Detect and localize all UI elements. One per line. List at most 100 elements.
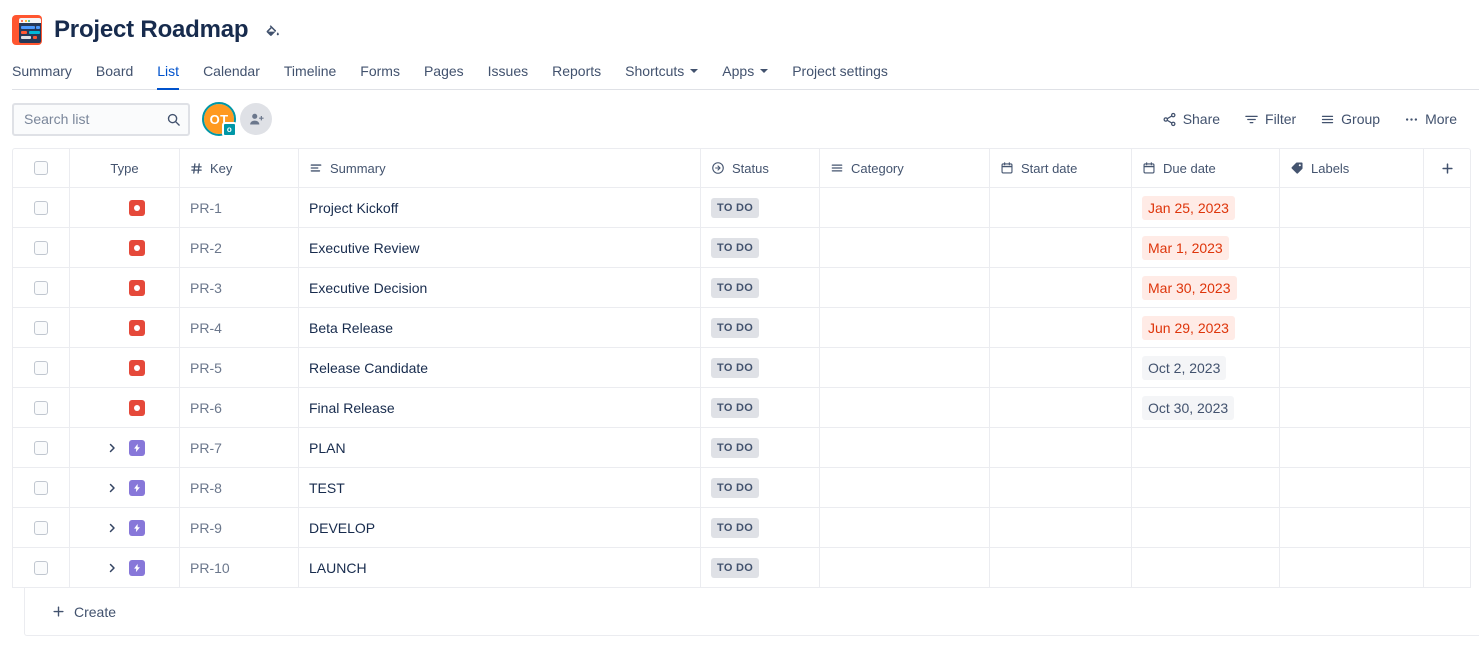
- row-category-cell[interactable]: [820, 468, 990, 508]
- row-summary-cell[interactable]: Beta Release: [299, 308, 701, 348]
- tab-issues[interactable]: Issues: [476, 52, 540, 90]
- row-summary-cell[interactable]: Final Release: [299, 388, 701, 428]
- expand-chevron-icon[interactable]: [105, 561, 119, 575]
- search-icon[interactable]: [164, 110, 182, 128]
- column-select-all[interactable]: [12, 148, 70, 188]
- row-status-cell[interactable]: TO DO: [701, 548, 820, 588]
- row-start-date-cell[interactable]: [990, 548, 1132, 588]
- table-row[interactable]: PR-5 Release Candidate TO DO Oct 2, 2023: [12, 348, 1471, 388]
- status-badge[interactable]: TO DO: [711, 518, 759, 538]
- row-labels-cell[interactable]: [1280, 228, 1424, 268]
- row-checkbox[interactable]: [34, 401, 48, 415]
- row-labels-cell[interactable]: [1280, 188, 1424, 228]
- table-row[interactable]: PR-6 Final Release TO DO Oct 30, 2023: [12, 388, 1471, 428]
- row-select-cell[interactable]: [12, 468, 70, 508]
- expand-chevron-icon[interactable]: [105, 441, 119, 455]
- row-select-cell[interactable]: [12, 548, 70, 588]
- tab-reports[interactable]: Reports: [540, 52, 613, 90]
- issue-key-link[interactable]: PR-8: [190, 480, 222, 496]
- person-add-icon[interactable]: [240, 103, 272, 135]
- row-category-cell[interactable]: [820, 308, 990, 348]
- expand-chevron-icon[interactable]: [105, 481, 119, 495]
- row-start-date-cell[interactable]: [990, 508, 1132, 548]
- tab-forms[interactable]: Forms: [348, 52, 412, 90]
- table-row[interactable]: PR-7 PLAN TO DO: [12, 428, 1471, 468]
- row-select-cell[interactable]: [12, 428, 70, 468]
- row-category-cell[interactable]: [820, 548, 990, 588]
- row-labels-cell[interactable]: [1280, 508, 1424, 548]
- row-checkbox[interactable]: [34, 521, 48, 535]
- row-due-date-cell[interactable]: Mar 1, 2023: [1132, 228, 1280, 268]
- row-checkbox[interactable]: [34, 441, 48, 455]
- share-button[interactable]: Share: [1152, 103, 1230, 135]
- row-labels-cell[interactable]: [1280, 428, 1424, 468]
- row-summary-cell[interactable]: TEST: [299, 468, 701, 508]
- due-date-value[interactable]: Oct 30, 2023: [1142, 396, 1234, 420]
- row-checkbox[interactable]: [34, 281, 48, 295]
- issue-key-link[interactable]: PR-1: [190, 200, 222, 216]
- row-checkbox[interactable]: [34, 321, 48, 335]
- tab-summary[interactable]: Summary: [12, 52, 84, 90]
- row-key-cell[interactable]: PR-10: [180, 548, 299, 588]
- row-select-cell[interactable]: [12, 308, 70, 348]
- table-row[interactable]: PR-2 Executive Review TO DO Mar 1, 2023: [12, 228, 1471, 268]
- table-row[interactable]: PR-4 Beta Release TO DO Jun 29, 2023: [12, 308, 1471, 348]
- row-summary-cell[interactable]: Executive Decision: [299, 268, 701, 308]
- row-select-cell[interactable]: [12, 388, 70, 428]
- tab-project-settings[interactable]: Project settings: [780, 52, 900, 90]
- row-category-cell[interactable]: [820, 388, 990, 428]
- table-row[interactable]: PR-8 TEST TO DO: [12, 468, 1471, 508]
- row-summary-cell[interactable]: Executive Review: [299, 228, 701, 268]
- row-checkbox[interactable]: [34, 561, 48, 575]
- row-start-date-cell[interactable]: [990, 228, 1132, 268]
- row-summary-cell[interactable]: Project Kickoff: [299, 188, 701, 228]
- column-summary[interactable]: Summary: [299, 148, 701, 188]
- tab-list[interactable]: List: [145, 52, 191, 90]
- status-badge[interactable]: TO DO: [711, 198, 759, 218]
- row-category-cell[interactable]: [820, 228, 990, 268]
- row-labels-cell[interactable]: [1280, 348, 1424, 388]
- row-labels-cell[interactable]: [1280, 308, 1424, 348]
- row-select-cell[interactable]: [12, 228, 70, 268]
- row-status-cell[interactable]: TO DO: [701, 428, 820, 468]
- row-key-cell[interactable]: PR-7: [180, 428, 299, 468]
- table-row[interactable]: PR-1 Project Kickoff TO DO Jan 25, 2023: [12, 188, 1471, 228]
- row-category-cell[interactable]: [820, 188, 990, 228]
- issue-key-link[interactable]: PR-9: [190, 520, 222, 536]
- table-row[interactable]: PR-3 Executive Decision TO DO Mar 30, 20…: [12, 268, 1471, 308]
- row-checkbox[interactable]: [34, 481, 48, 495]
- row-due-date-cell[interactable]: [1132, 508, 1280, 548]
- table-row[interactable]: PR-10 LAUNCH TO DO: [12, 548, 1471, 588]
- tab-calendar[interactable]: Calendar: [191, 52, 272, 90]
- row-due-date-cell[interactable]: Jun 29, 2023: [1132, 308, 1280, 348]
- tab-timeline[interactable]: Timeline: [272, 52, 348, 90]
- row-start-date-cell[interactable]: [990, 388, 1132, 428]
- tab-shortcuts[interactable]: Shortcuts: [613, 52, 710, 90]
- add-column-button[interactable]: [1435, 156, 1459, 180]
- column-labels[interactable]: Labels: [1280, 148, 1424, 188]
- row-status-cell[interactable]: TO DO: [701, 388, 820, 428]
- row-due-date-cell[interactable]: [1132, 428, 1280, 468]
- paint-bucket-icon[interactable]: [260, 18, 284, 42]
- row-status-cell[interactable]: TO DO: [701, 468, 820, 508]
- row-category-cell[interactable]: [820, 268, 990, 308]
- issue-key-link[interactable]: PR-6: [190, 400, 222, 416]
- column-key[interactable]: Key: [180, 148, 299, 188]
- row-summary-cell[interactable]: Release Candidate: [299, 348, 701, 388]
- checkbox-select-all[interactable]: [34, 161, 48, 175]
- status-badge[interactable]: TO DO: [711, 398, 759, 418]
- row-checkbox[interactable]: [34, 201, 48, 215]
- row-start-date-cell[interactable]: [990, 348, 1132, 388]
- status-badge[interactable]: TO DO: [711, 438, 759, 458]
- row-category-cell[interactable]: [820, 348, 990, 388]
- row-key-cell[interactable]: PR-8: [180, 468, 299, 508]
- row-checkbox[interactable]: [34, 361, 48, 375]
- issue-key-link[interactable]: PR-5: [190, 360, 222, 376]
- column-add[interactable]: [1424, 148, 1471, 188]
- status-badge[interactable]: TO DO: [711, 558, 759, 578]
- row-category-cell[interactable]: [820, 428, 990, 468]
- row-key-cell[interactable]: PR-2: [180, 228, 299, 268]
- row-due-date-cell[interactable]: Mar 30, 2023: [1132, 268, 1280, 308]
- row-start-date-cell[interactable]: [990, 308, 1132, 348]
- row-due-date-cell[interactable]: Oct 30, 2023: [1132, 388, 1280, 428]
